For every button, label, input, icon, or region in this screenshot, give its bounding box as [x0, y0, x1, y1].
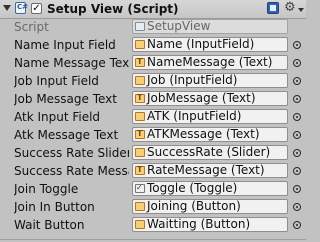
field-value: ATK (InputField) [147, 109, 242, 123]
object-reference-field[interactable]: RateMessage (Text) [132, 163, 288, 178]
object-picker-icon[interactable] [293, 203, 301, 211]
slider-icon [135, 148, 145, 157]
field-value: NameMessage (Text) [147, 55, 273, 69]
input-field-icon [135, 112, 145, 121]
field-row-join-button: Join In Button Joining (Button) [0, 198, 306, 216]
component-enabled-checkbox[interactable]: ✓ [31, 3, 42, 14]
field-value: Name (InputField) [147, 37, 255, 51]
gear-icon[interactable]: ⚙ [284, 0, 296, 16]
field-row-atk-input: Atk Input Field ATK (InputField) [0, 108, 306, 126]
field-row-name-input: Name Input Field Name (InputField) [0, 36, 306, 54]
field-label: Join In Button [14, 200, 95, 214]
field-row-join-toggle: Join Toggle Toggle (Toggle) [0, 180, 306, 198]
object-reference-field[interactable]: ATK (InputField) [132, 109, 288, 124]
help-book-icon[interactable] [267, 2, 279, 14]
field-row-name-message: Name Message Text NameMessage (Text) [0, 54, 306, 72]
fold-arrow-icon[interactable] [3, 5, 11, 11]
field-value: Joining (Button) [147, 199, 241, 213]
text-icon [135, 165, 145, 175]
field-label: Name Input Field [14, 38, 116, 52]
object-reference-field[interactable]: Joining (Button) [132, 199, 288, 214]
script-reference-field[interactable]: SetupView [132, 19, 288, 34]
object-reference-field[interactable]: NameMessage (Text) [132, 55, 288, 70]
toggle-icon [135, 183, 145, 193]
object-picker-icon[interactable] [293, 131, 301, 139]
field-label: Wait Button [14, 218, 85, 232]
script-icon [135, 22, 145, 31]
text-icon [135, 129, 145, 139]
object-picker-icon[interactable] [293, 149, 301, 157]
field-label: Success Rate Messa [14, 164, 129, 178]
object-picker-icon[interactable] [293, 95, 301, 103]
field-label: Job Input Field [14, 74, 99, 88]
object-picker-icon[interactable] [293, 59, 301, 67]
input-field-icon [135, 40, 145, 49]
field-label: Join Toggle [14, 182, 79, 196]
text-icon [135, 57, 145, 67]
field-label: Script [14, 20, 49, 34]
field-label: Job Message Text [14, 92, 117, 106]
field-row-job-input: Job Input Field Job (InputField) [0, 72, 306, 90]
object-reference-field[interactable]: Name (InputField) [132, 37, 288, 52]
field-value: Toggle (Toggle) [147, 181, 238, 195]
field-label: Name Message Text [14, 56, 129, 70]
component-title: Setup View (Script) [47, 2, 179, 16]
object-picker-icon[interactable] [293, 41, 301, 49]
field-row-job-message: Job Message Text JobMessage (Text) [0, 90, 306, 108]
field-row-success-rate-slider: Success Rate Slider SuccessRate (Slider) [0, 144, 306, 162]
field-value: JobMessage (Text) [147, 91, 256, 105]
object-picker-icon[interactable] [293, 221, 301, 229]
field-label: Atk Input Field [14, 110, 101, 124]
field-value: SetupView [147, 19, 211, 33]
object-picker-icon[interactable] [293, 167, 301, 175]
object-reference-field[interactable]: ATKMessage (Text) [132, 127, 288, 142]
field-label: Success Rate Slider [14, 146, 129, 160]
button-icon [135, 202, 145, 211]
object-picker-icon[interactable] [293, 77, 301, 85]
text-icon [135, 93, 145, 103]
object-reference-field[interactable]: Job (InputField) [132, 73, 288, 88]
context-menu-icon[interactable] [298, 8, 304, 12]
object-reference-field[interactable]: Waitting (Button) [132, 217, 288, 232]
field-row-atk-message: Atk Message Text ATKMessage (Text) [0, 126, 306, 144]
field-row-wait-button: Wait Button Waitting (Button) [0, 216, 306, 234]
csharp-script-icon [15, 2, 28, 14]
field-value: RateMessage (Text) [147, 163, 265, 177]
field-value: ATKMessage (Text) [147, 127, 260, 141]
object-picker-icon[interactable] [293, 185, 301, 193]
field-label: Atk Message Text [14, 128, 119, 142]
field-value: Waitting (Button) [147, 217, 251, 231]
field-value: Job (InputField) [147, 73, 238, 87]
field-value: SuccessRate (Slider) [147, 145, 271, 159]
object-picker-icon[interactable] [293, 113, 301, 121]
field-row-script: Script SetupView [0, 18, 306, 36]
object-reference-field[interactable]: Toggle (Toggle) [132, 181, 288, 196]
object-reference-field[interactable]: SuccessRate (Slider) [132, 145, 288, 160]
field-row-success-rate-message: Success Rate Messa RateMessage (Text) [0, 162, 306, 180]
input-field-icon [135, 76, 145, 85]
object-reference-field[interactable]: JobMessage (Text) [132, 91, 288, 106]
divider [0, 239, 306, 240]
button-icon [135, 220, 145, 229]
component-header: ✓ Setup View (Script) ⚙ [0, 0, 306, 19]
